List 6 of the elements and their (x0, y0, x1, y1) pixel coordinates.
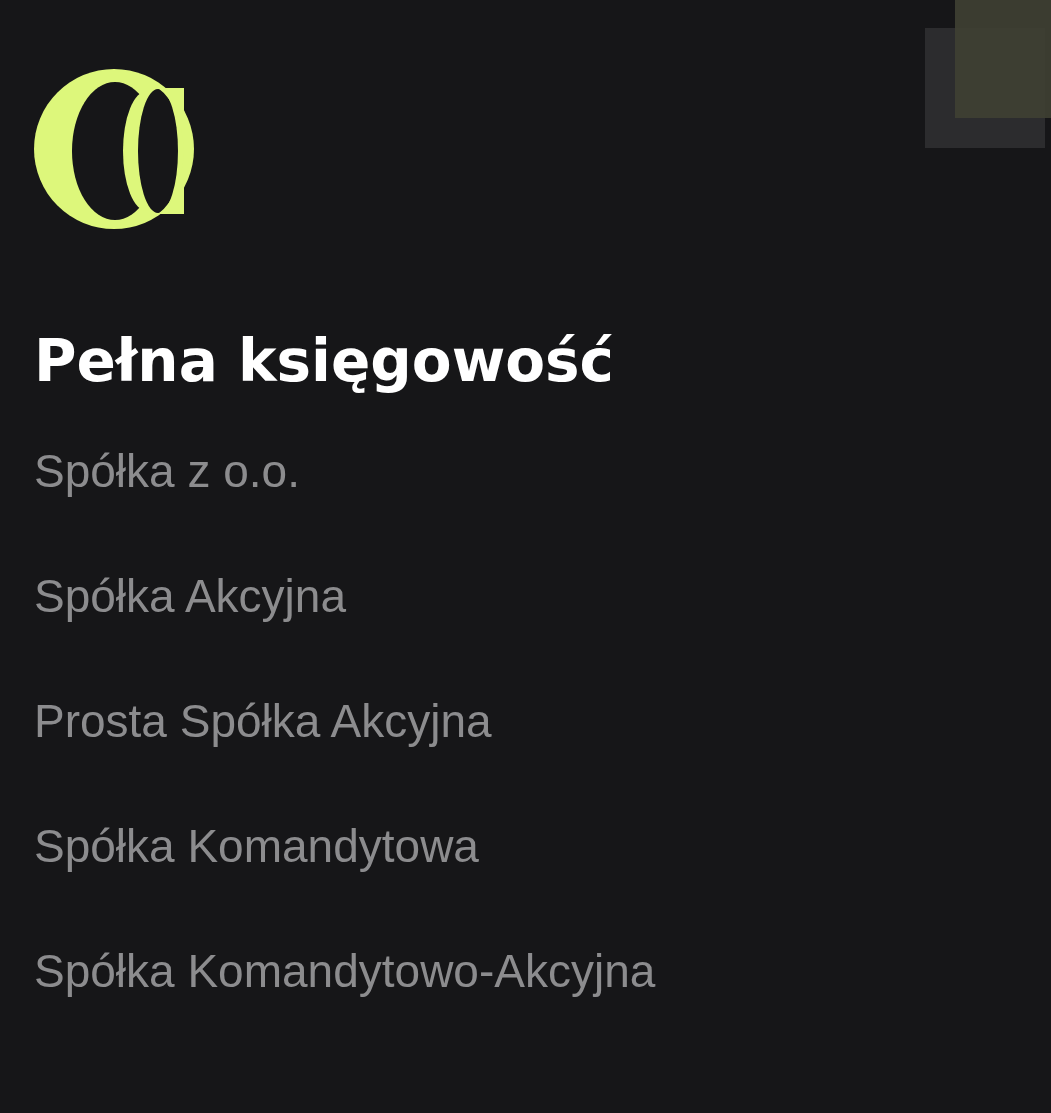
menu-link[interactable]: Spółka Komandytowo-Akcyjna (34, 942, 656, 1001)
menu-link[interactable]: Prosta Spółka Akcyjna (34, 692, 492, 751)
menu-link[interactable]: Spółka z o.o. (34, 442, 300, 501)
logo-icon[interactable] (34, 68, 194, 230)
menu-link[interactable]: Spółka Akcyjna (34, 567, 346, 626)
menu-link[interactable]: Spółka Komandytowa (34, 817, 479, 876)
